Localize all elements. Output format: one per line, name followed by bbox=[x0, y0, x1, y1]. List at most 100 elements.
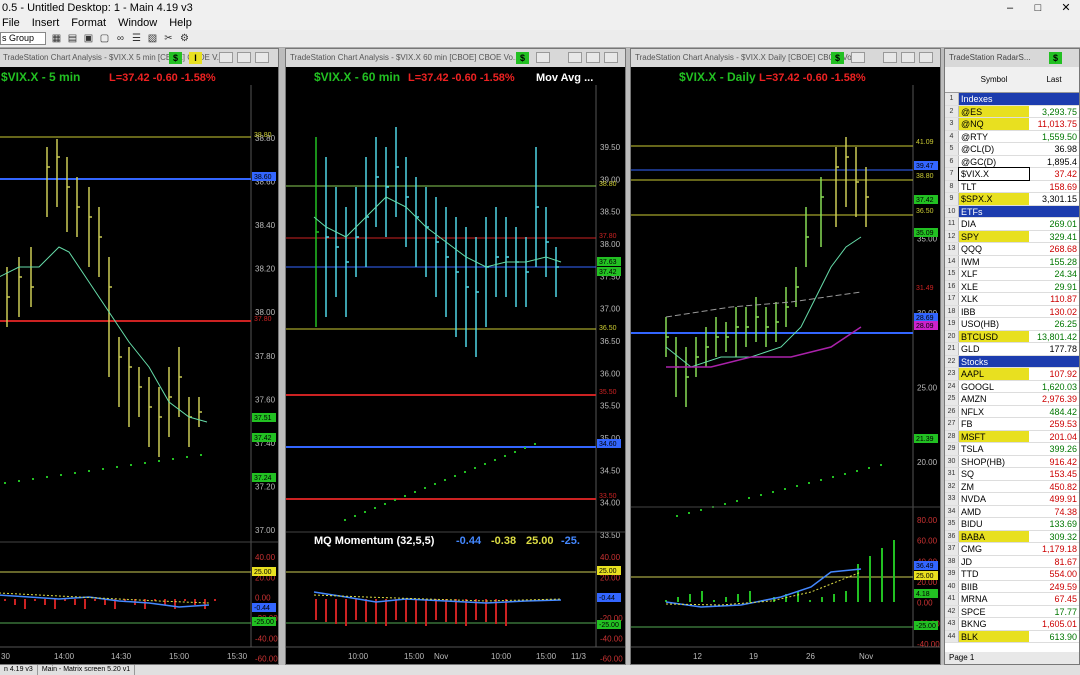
radar-row[interactable]: 24 GOOGL 1,620.03 bbox=[945, 380, 1079, 393]
radar-row[interactable]: 23 AAPL 107.92 bbox=[945, 368, 1079, 381]
radar-row[interactable]: 14 IWM 155.28 bbox=[945, 255, 1079, 268]
radar-row[interactable]: 28 MSFT 201.04 bbox=[945, 430, 1079, 443]
window-icon[interactable]: ▢ bbox=[98, 32, 111, 45]
tab-main-4-19[interactable]: n 4.19 v3 bbox=[0, 665, 38, 675]
radar-row[interactable]: 42 SPCE 17.77 bbox=[945, 605, 1079, 618]
options-icon[interactable]: ⚙ bbox=[178, 32, 191, 45]
menu-help[interactable]: Help bbox=[169, 16, 192, 30]
dollar-icon[interactable]: $ bbox=[831, 52, 844, 64]
chart-icon[interactable]: ▤ bbox=[66, 32, 79, 45]
table-icon[interactable]: ▣ bbox=[82, 32, 95, 45]
menu-file[interactable]: File bbox=[2, 16, 20, 30]
restore-icon[interactable] bbox=[237, 52, 251, 63]
radar-row[interactable]: 38 JD 81.67 bbox=[945, 555, 1079, 568]
symbol-cell[interactable]: AMZN bbox=[959, 393, 1029, 405]
chart-60min[interactable]: $VIX.X - 60 min L=37.42 -0.60 -1.58% Mov A… bbox=[286, 67, 625, 664]
maximize-icon[interactable]: □ bbox=[1024, 0, 1052, 16]
symbol-cell[interactable]: QQQ bbox=[959, 243, 1029, 255]
symbol-cell[interactable]: SHOP(HB) bbox=[959, 456, 1029, 468]
radar-row[interactable]: 17 XLK 110.87 bbox=[945, 293, 1079, 306]
section-row[interactable]: 10 ETFs bbox=[945, 205, 1079, 218]
symbol-cell[interactable]: DIA bbox=[959, 218, 1029, 230]
symbol-cell[interactable]: @RTY bbox=[959, 131, 1029, 143]
symbol-cell[interactable]: GOOGL bbox=[959, 381, 1029, 393]
radar-row[interactable]: 21 GLD 177.78 bbox=[945, 343, 1079, 356]
symbol-cell[interactable]: JD bbox=[959, 556, 1029, 568]
symbol-group-select[interactable]: s Group bbox=[0, 32, 46, 45]
symbol-cell[interactable]: XLK bbox=[959, 293, 1029, 305]
symbol-cell[interactable]: SPY bbox=[959, 230, 1029, 242]
options-icon[interactable] bbox=[536, 52, 550, 63]
symbol-cell[interactable]: XLE bbox=[959, 281, 1029, 293]
column-header-last[interactable]: Last bbox=[1029, 67, 1079, 92]
radar-row[interactable]: 4 @RTY 1,559.50 bbox=[945, 130, 1079, 143]
radar-row[interactable]: 39 TTD 554.00 bbox=[945, 568, 1079, 581]
radar-row[interactable]: 20 BTCUSD 13,801.42 bbox=[945, 330, 1079, 343]
minimize-icon[interactable] bbox=[219, 52, 233, 63]
symbol-cell[interactable]: AMD bbox=[959, 506, 1029, 518]
radar-row[interactable]: 3 @NQ 11,013.75 bbox=[945, 118, 1079, 131]
radar-row[interactable]: 2 @ES 3,293.75 bbox=[945, 105, 1079, 118]
symbol-cell[interactable]: BLK bbox=[959, 630, 1029, 642]
radar-row[interactable]: 29 TSLA 399.26 bbox=[945, 443, 1079, 456]
chart-daily[interactable]: $VIX.X - DailyL=37.42 -0.60 -1.58%40.003… bbox=[631, 67, 940, 664]
radar-row[interactable]: 40 BIIB 249.59 bbox=[945, 580, 1079, 593]
radar-row[interactable]: 12 SPY 329.41 bbox=[945, 230, 1079, 243]
radar-row[interactable]: 15 XLF 24.34 bbox=[945, 268, 1079, 281]
symbol-cell[interactable]: TLT bbox=[959, 181, 1029, 193]
radar-row[interactable]: 35 BIDU 133.69 bbox=[945, 518, 1079, 531]
menu-insert[interactable]: Insert bbox=[32, 16, 60, 30]
symbol-cell[interactable]: SQ bbox=[959, 468, 1029, 480]
radar-row[interactable]: 19 USO(HB) 26.25 bbox=[945, 318, 1079, 331]
symbol-cell[interactable]: USO(HB) bbox=[959, 318, 1029, 330]
radar-row[interactable]: 30 SHOP(HB) 916.42 bbox=[945, 455, 1079, 468]
symbol-cell[interactable]: $SPX.X bbox=[959, 193, 1029, 205]
restore-icon[interactable] bbox=[901, 52, 915, 63]
radar-row[interactable]: 7 $VIX.X 37.42 bbox=[945, 167, 1079, 181]
grid-icon[interactable]: ▦ bbox=[50, 32, 63, 45]
chart-5min[interactable]: $VIX.X - 5 min L=37.42 -0.60 -1.58% 38.80 3… bbox=[0, 67, 278, 664]
symbol-cell[interactable]: @ES bbox=[959, 105, 1029, 117]
symbol-cell[interactable]: @GC(D) bbox=[959, 156, 1029, 168]
symbol-cell[interactable]: ETFs bbox=[959, 205, 1029, 217]
options-icon[interactable] bbox=[851, 52, 865, 63]
symbol-cell[interactable]: BTCUSD bbox=[959, 330, 1029, 342]
section-row[interactable]: 22 Stocks bbox=[945, 355, 1079, 368]
symbol-cell[interactable]: GLD bbox=[959, 343, 1029, 355]
symbol-cell[interactable]: BKNG bbox=[959, 618, 1029, 630]
symbol-cell[interactable]: NFLX bbox=[959, 406, 1029, 418]
symbol-cell[interactable]: Indexes bbox=[959, 93, 1029, 105]
symbol-cell[interactable]: TTD bbox=[959, 568, 1029, 580]
symbol-cell[interactable]: AAPL bbox=[959, 368, 1029, 380]
radar-row[interactable]: 16 XLE 29.91 bbox=[945, 280, 1079, 293]
close-icon[interactable] bbox=[919, 52, 933, 63]
radar-row[interactable]: 9 $SPX.X 3,301.15 bbox=[945, 193, 1079, 206]
symbol-cell[interactable]: BIIB bbox=[959, 581, 1029, 593]
list-icon[interactable]: ☰ bbox=[130, 32, 143, 45]
minimize-icon[interactable] bbox=[568, 52, 582, 63]
tab-matrix-screen[interactable]: Main - Matrix screen 5.20 v1 bbox=[38, 665, 136, 675]
symbol-cell[interactable]: @CL(D) bbox=[959, 143, 1029, 155]
columns-icon[interactable]: ▧ bbox=[146, 32, 159, 45]
section-row[interactable]: 1 Indexes bbox=[945, 93, 1079, 106]
radar-row[interactable]: 34 AMD 74.38 bbox=[945, 505, 1079, 518]
radar-row[interactable]: 43 BKNG 1,605.01 bbox=[945, 618, 1079, 631]
radar-row[interactable]: 5 @CL(D) 36.98 bbox=[945, 143, 1079, 156]
scissors-icon[interactable]: ✂ bbox=[162, 32, 175, 45]
chart-window-daily[interactable]: TradeStation Chart Analysis - $VIX.X Dai… bbox=[630, 48, 941, 665]
column-header-symbol[interactable]: Symbol bbox=[959, 67, 1029, 92]
radar-screen-window[interactable]: TradeStation RadarS... $ Symbol Last 1 In… bbox=[944, 48, 1080, 665]
radar-row[interactable]: 41 MRNA 67.45 bbox=[945, 593, 1079, 606]
symbol-cell[interactable]: NVDA bbox=[959, 493, 1029, 505]
close-icon[interactable] bbox=[604, 52, 618, 63]
symbol-cell[interactable]: XLF bbox=[959, 268, 1029, 280]
radar-row[interactable]: 8 TLT 158.69 bbox=[945, 180, 1079, 193]
radar-row[interactable]: 31 SQ 153.45 bbox=[945, 468, 1079, 481]
symbol-cell[interactable]: $VIX.X bbox=[958, 167, 1030, 181]
symbol-cell[interactable]: SPCE bbox=[959, 606, 1029, 618]
symbol-cell[interactable]: Stocks bbox=[959, 355, 1029, 367]
radar-row[interactable]: 13 QQQ 268.68 bbox=[945, 243, 1079, 256]
symbol-cell[interactable]: IBB bbox=[959, 306, 1029, 318]
link-icon[interactable]: I bbox=[189, 52, 202, 64]
radar-row[interactable]: 32 ZM 450.82 bbox=[945, 480, 1079, 493]
